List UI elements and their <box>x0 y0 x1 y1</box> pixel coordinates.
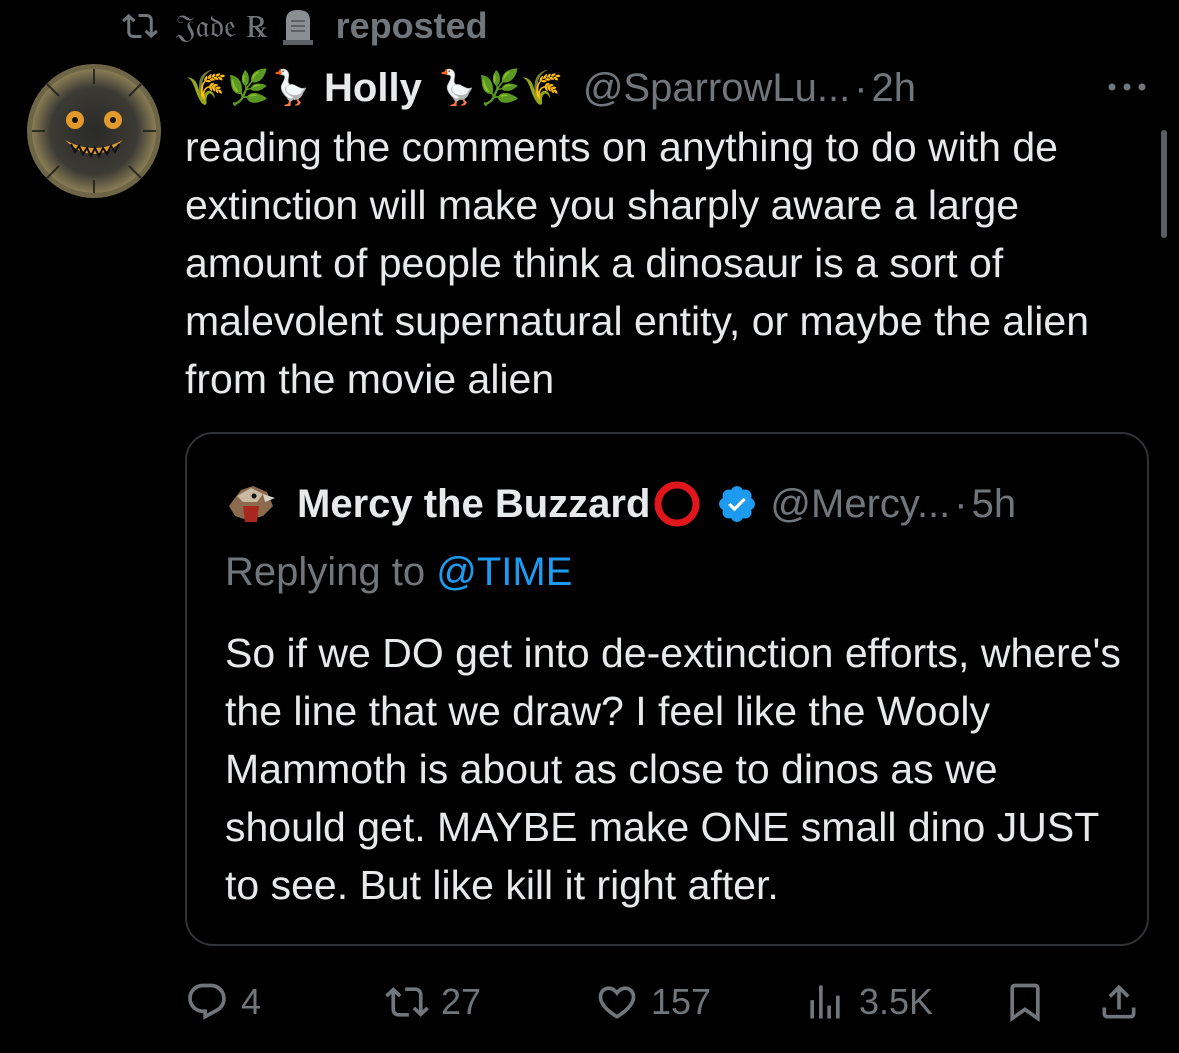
repost-context[interactable]: 𝔍𝔞𝔡𝔢 ℞ reposted <box>118 4 488 48</box>
views-icon <box>810 985 840 1019</box>
repost-count: 27 <box>441 981 482 1022</box>
heart-icon <box>598 986 636 1019</box>
post-header: 🌾🌿🪿 Holly 🪿🌿🌾 @SparrowLu... · 2h <box>185 60 1159 116</box>
like-button[interactable]: 157 <box>595 972 711 1032</box>
quoted-display-name[interactable]: Mercy the Buzzard <box>297 482 650 527</box>
action-bar: 4 27 157 3.5K <box>185 972 1150 1032</box>
user-handle[interactable]: @SparrowLu... <box>583 66 850 111</box>
reply-count: 4 <box>241 981 262 1022</box>
quoted-post-header: Mercy the Buzzard @Mercy... · 5h <box>223 476 1016 532</box>
post-text: reading the comments on anything to do w… <box>185 124 1090 402</box>
repost-icon <box>122 13 158 39</box>
quoted-post[interactable]: Mercy the Buzzard @Mercy... · 5h Replyin… <box>185 432 1149 946</box>
avatar[interactable] <box>27 64 161 198</box>
replying-to: Replying to @TIME <box>225 550 572 595</box>
reply-button[interactable]: 4 <box>185 972 261 1032</box>
display-name[interactable]: Holly <box>324 66 422 111</box>
bookmark-icon <box>1010 983 1040 1023</box>
post-time[interactable]: 2h <box>872 66 917 111</box>
more-options-icon[interactable] <box>1105 72 1149 102</box>
quoted-post-text: So if we DO get into de-extinction effor… <box>225 630 1121 908</box>
repost-icon <box>385 987 429 1017</box>
monster-avatar-image <box>27 64 161 198</box>
views-count: 3.5K <box>859 981 934 1022</box>
reposter-name[interactable]: 𝔍𝔞𝔡𝔢 ℞ <box>176 7 268 46</box>
scrollbar[interactable] <box>1161 130 1167 238</box>
repost-label: reposted <box>335 5 488 46</box>
reply-icon <box>188 983 226 1020</box>
verified-badge-icon <box>719 486 756 522</box>
name-suffix-emoji: 🪿🌿🌾 <box>435 69 563 107</box>
share-button[interactable] <box>1097 972 1153 1032</box>
separator-dot: · <box>954 481 968 526</box>
name-prefix-emoji: 🌾🌿🪿 <box>185 69 313 107</box>
views-button[interactable]: 3.5K <box>803 972 933 1032</box>
replying-prefix: Replying to <box>225 550 437 594</box>
repost-button[interactable]: 27 <box>385 972 481 1032</box>
quoted-time[interactable]: 5h <box>972 482 1017 527</box>
quoted-avatar[interactable] <box>223 476 279 532</box>
replying-mention-link[interactable]: @TIME <box>436 550 572 594</box>
share-icon <box>1102 984 1136 1019</box>
bookmark-button[interactable] <box>1003 972 1059 1032</box>
quoted-handle[interactable]: @Mercy... <box>770 482 950 527</box>
headstone-icon <box>282 10 313 45</box>
separator-dot: · <box>854 65 868 110</box>
like-count: 157 <box>651 981 712 1022</box>
red-circle-icon <box>654 481 700 527</box>
